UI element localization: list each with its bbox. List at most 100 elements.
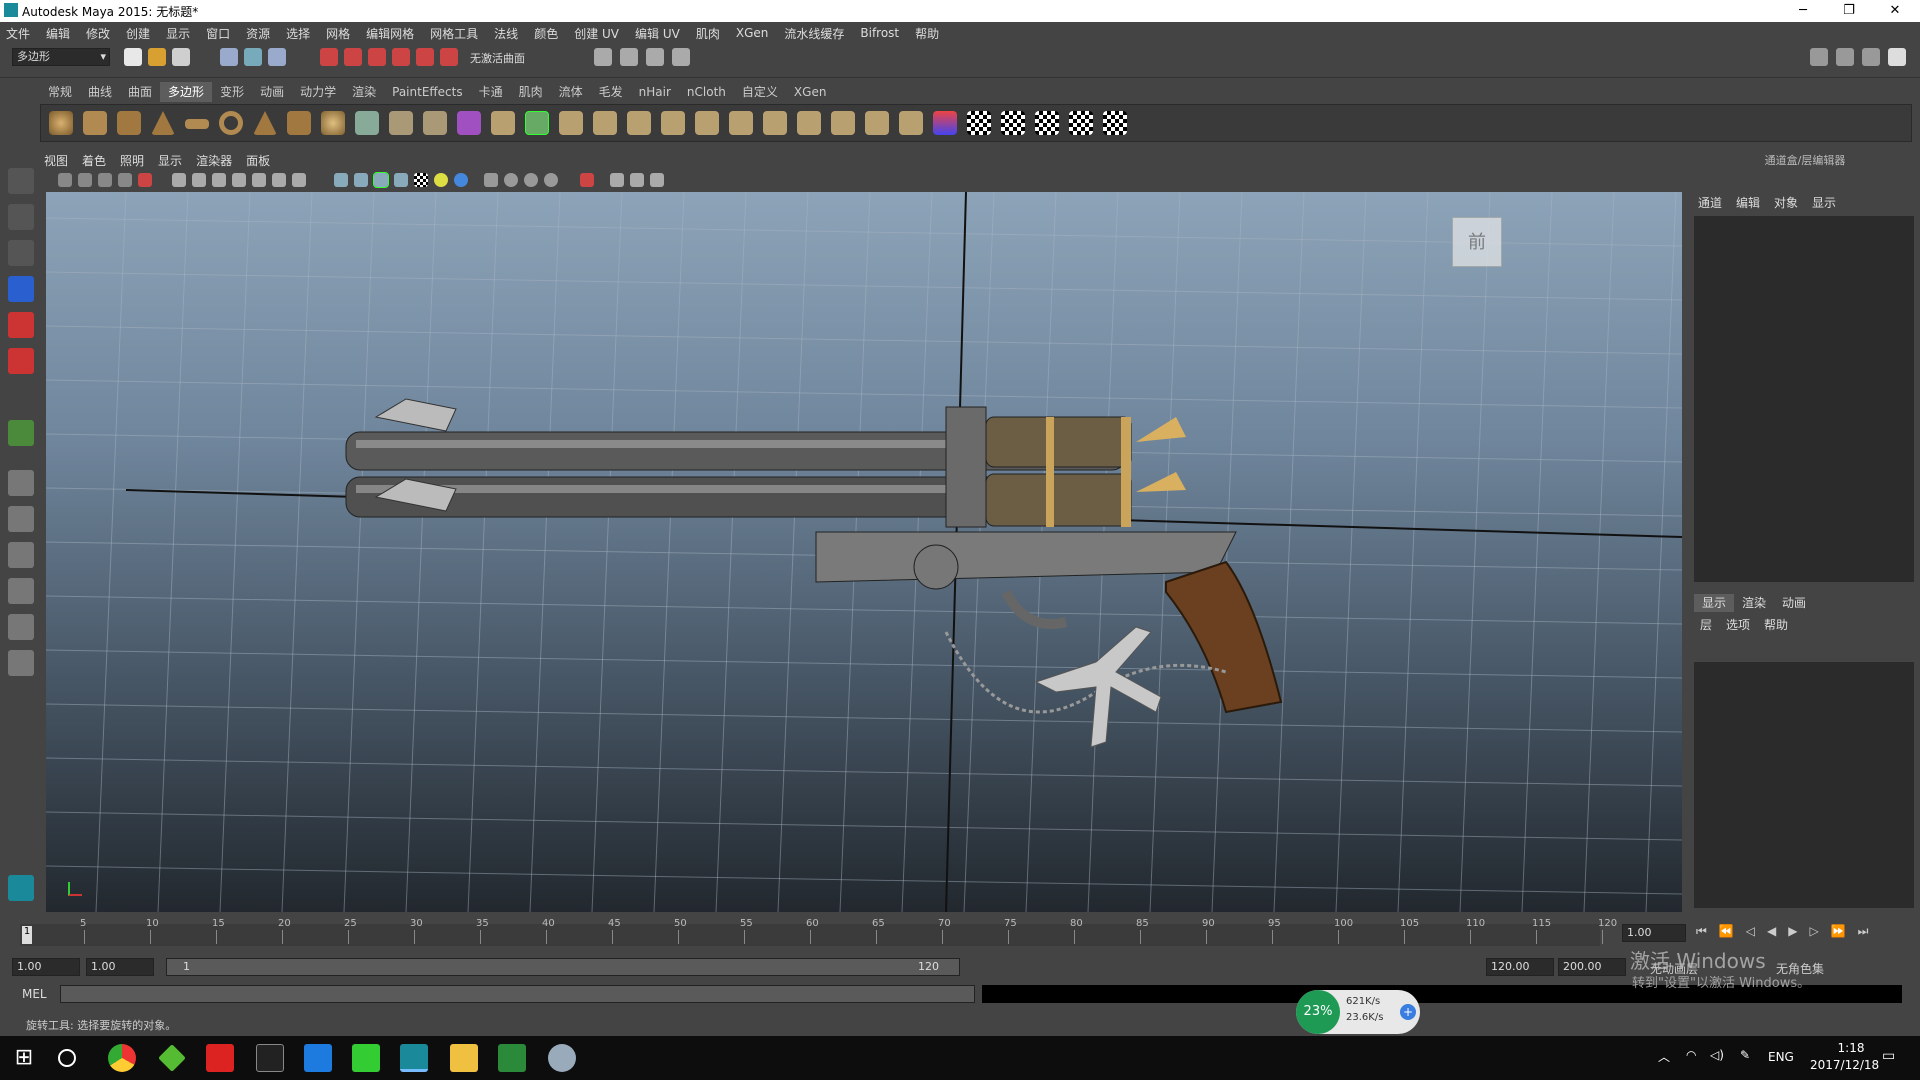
persp-outliner-layout-icon[interactable]	[8, 542, 34, 568]
motion-blur-icon[interactable]	[504, 173, 518, 187]
snap-point-icon[interactable]	[368, 48, 386, 66]
wireframe-icon[interactable]	[334, 173, 348, 187]
layer-menu-help[interactable]: 帮助	[1764, 616, 1788, 634]
wireframe-on-shaded-icon[interactable]	[373, 172, 389, 188]
app-green-icon[interactable]	[498, 1044, 526, 1072]
isolate-select-icon[interactable]	[580, 173, 594, 187]
menu-edit-mesh[interactable]: 编辑网格	[366, 25, 414, 42]
clock-date[interactable]: 2017/12/18	[1810, 1058, 1879, 1072]
menu-file[interactable]: 文件	[6, 25, 30, 42]
current-frame-marker[interactable]: 1	[22, 926, 32, 944]
tab-rendering[interactable]: 渲染	[344, 82, 384, 102]
gate-mask-icon[interactable]	[232, 173, 246, 187]
panel-menu-renderer[interactable]: 渲染器	[196, 152, 232, 170]
poly-cube-icon[interactable]	[83, 111, 107, 135]
windows-start-icon[interactable]: ⊞	[10, 1044, 38, 1072]
wedge-icon[interactable]	[865, 111, 889, 135]
tab-display-layers[interactable]: 显示	[1694, 594, 1735, 612]
select-object-icon[interactable]	[244, 48, 262, 66]
app-paint-icon[interactable]	[548, 1044, 576, 1072]
insert-edge-loop-icon[interactable]	[763, 111, 787, 135]
view-cube[interactable]: 前	[1452, 217, 1502, 267]
menu-modify[interactable]: 修改	[86, 25, 110, 42]
channel-box-list[interactable]	[1694, 216, 1914, 582]
panel-menu-panels[interactable]: 面板	[246, 152, 270, 170]
mirror-geometry-icon[interactable]	[491, 111, 515, 135]
paint-select-icon[interactable]	[8, 240, 34, 266]
menu-help[interactable]: 帮助	[915, 25, 939, 42]
textured-icon[interactable]	[414, 173, 428, 187]
menu-select[interactable]: 选择	[286, 25, 310, 42]
render-frame-icon[interactable]	[620, 48, 638, 66]
attribute-editor-icon[interactable]	[1836, 48, 1854, 66]
tab-curves[interactable]: 曲线	[80, 82, 120, 102]
select-hierarchy-icon[interactable]	[220, 48, 238, 66]
tab-toon[interactable]: 卡通	[471, 82, 511, 102]
menu-window[interactable]: 窗口	[206, 25, 230, 42]
merge-vertices-icon[interactable]	[695, 111, 719, 135]
append-polygon-icon[interactable]	[593, 111, 617, 135]
spherical-mapping-icon[interactable]	[1035, 111, 1059, 135]
xray-joints-icon[interactable]	[610, 173, 624, 187]
poly-pipe-icon[interactable]	[287, 111, 311, 135]
volume-icon[interactable]: ◁)	[1710, 1048, 1724, 1062]
tab-paint-effects[interactable]: PaintEffects	[384, 82, 470, 102]
poly-pyramid-icon[interactable]	[253, 111, 277, 135]
smooth-shade-icon[interactable]	[354, 173, 368, 187]
render-settings-icon[interactable]	[672, 48, 690, 66]
panel-menu-show[interactable]: 显示	[158, 152, 182, 170]
maya-taskbar-icon[interactable]	[400, 1044, 428, 1072]
cortana-search-icon[interactable]	[58, 1049, 76, 1067]
modeling-toolkit-icon[interactable]	[1810, 48, 1828, 66]
time-slider[interactable]: 1 5 10 15 20 25 30 35 40 45 50 55 60 65 70 75 80 85 90 95 1…	[20, 918, 1620, 948]
tool-settings-icon[interactable]	[1862, 48, 1880, 66]
layer-list[interactable]	[1694, 662, 1914, 908]
maya-home-icon[interactable]	[8, 875, 34, 901]
menu-muscle[interactable]: 肌肉	[696, 25, 720, 42]
tab-general[interactable]: 常规	[40, 82, 80, 102]
hypershade-layout-icon[interactable]	[8, 650, 34, 676]
single-perspective-layout-icon[interactable]	[8, 470, 34, 496]
panel-menu-shading[interactable]: 着色	[82, 152, 106, 170]
safe-action-icon[interactable]	[272, 173, 286, 187]
step-back-icon[interactable]: ◁	[1746, 924, 1755, 942]
safe-title-icon[interactable]	[292, 173, 306, 187]
collapse-icon[interactable]	[729, 111, 753, 135]
sculpt-tool-icon[interactable]	[933, 111, 957, 135]
multisample-aa-icon[interactable]	[524, 173, 538, 187]
xray-active-icon[interactable]	[630, 173, 644, 187]
image-plane-icon[interactable]	[118, 173, 132, 187]
layer-menu-options[interactable]: 选项	[1726, 616, 1750, 634]
input-language[interactable]: ENG	[1768, 1050, 1794, 1064]
step-back-key-icon[interactable]: ⏪	[1719, 924, 1734, 942]
new-scene-icon[interactable]	[124, 48, 142, 66]
wifi-icon[interactable]: ◠	[1686, 1048, 1696, 1062]
open-scene-icon[interactable]	[148, 48, 166, 66]
step-forward-icon[interactable]: ▷	[1809, 924, 1818, 942]
anim-end-field[interactable]: 200.00	[1558, 958, 1626, 976]
panel-menu-lighting[interactable]: 照明	[120, 152, 144, 170]
restore-button[interactable]: ❐	[1826, 0, 1872, 22]
save-scene-icon[interactable]	[172, 48, 190, 66]
step-forward-key-icon[interactable]: ⏩	[1831, 924, 1846, 942]
screen-space-ao-icon[interactable]	[484, 173, 498, 187]
offset-edge-loop-icon[interactable]	[797, 111, 821, 135]
poly-torus-icon[interactable]	[219, 111, 243, 135]
tab-anim-layers[interactable]: 动画	[1774, 594, 1814, 612]
snap-surface-icon[interactable]	[416, 48, 434, 66]
youdao-icon[interactable]	[206, 1044, 234, 1072]
persp-graph-layout-icon[interactable]	[8, 578, 34, 604]
panel-menu-view[interactable]: 视图	[44, 152, 68, 170]
tab-xgen[interactable]: XGen	[786, 82, 835, 102]
depth-of-field-icon[interactable]	[544, 173, 558, 187]
tab-custom[interactable]: 自定义	[734, 82, 786, 102]
viewport-2-icon[interactable]	[650, 173, 664, 187]
channel-menu-channels[interactable]: 通道	[1698, 194, 1722, 212]
tab-fur[interactable]: 毛发	[591, 82, 631, 102]
close-button[interactable]: ✕	[1872, 0, 1918, 22]
extract-icon[interactable]	[423, 111, 447, 135]
channel-menu-object[interactable]: 对象	[1774, 194, 1798, 212]
go-to-start-icon[interactable]: ⏮	[1696, 924, 1707, 942]
tab-render-layers[interactable]: 渲染	[1734, 594, 1774, 612]
make-live-icon[interactable]	[440, 48, 458, 66]
